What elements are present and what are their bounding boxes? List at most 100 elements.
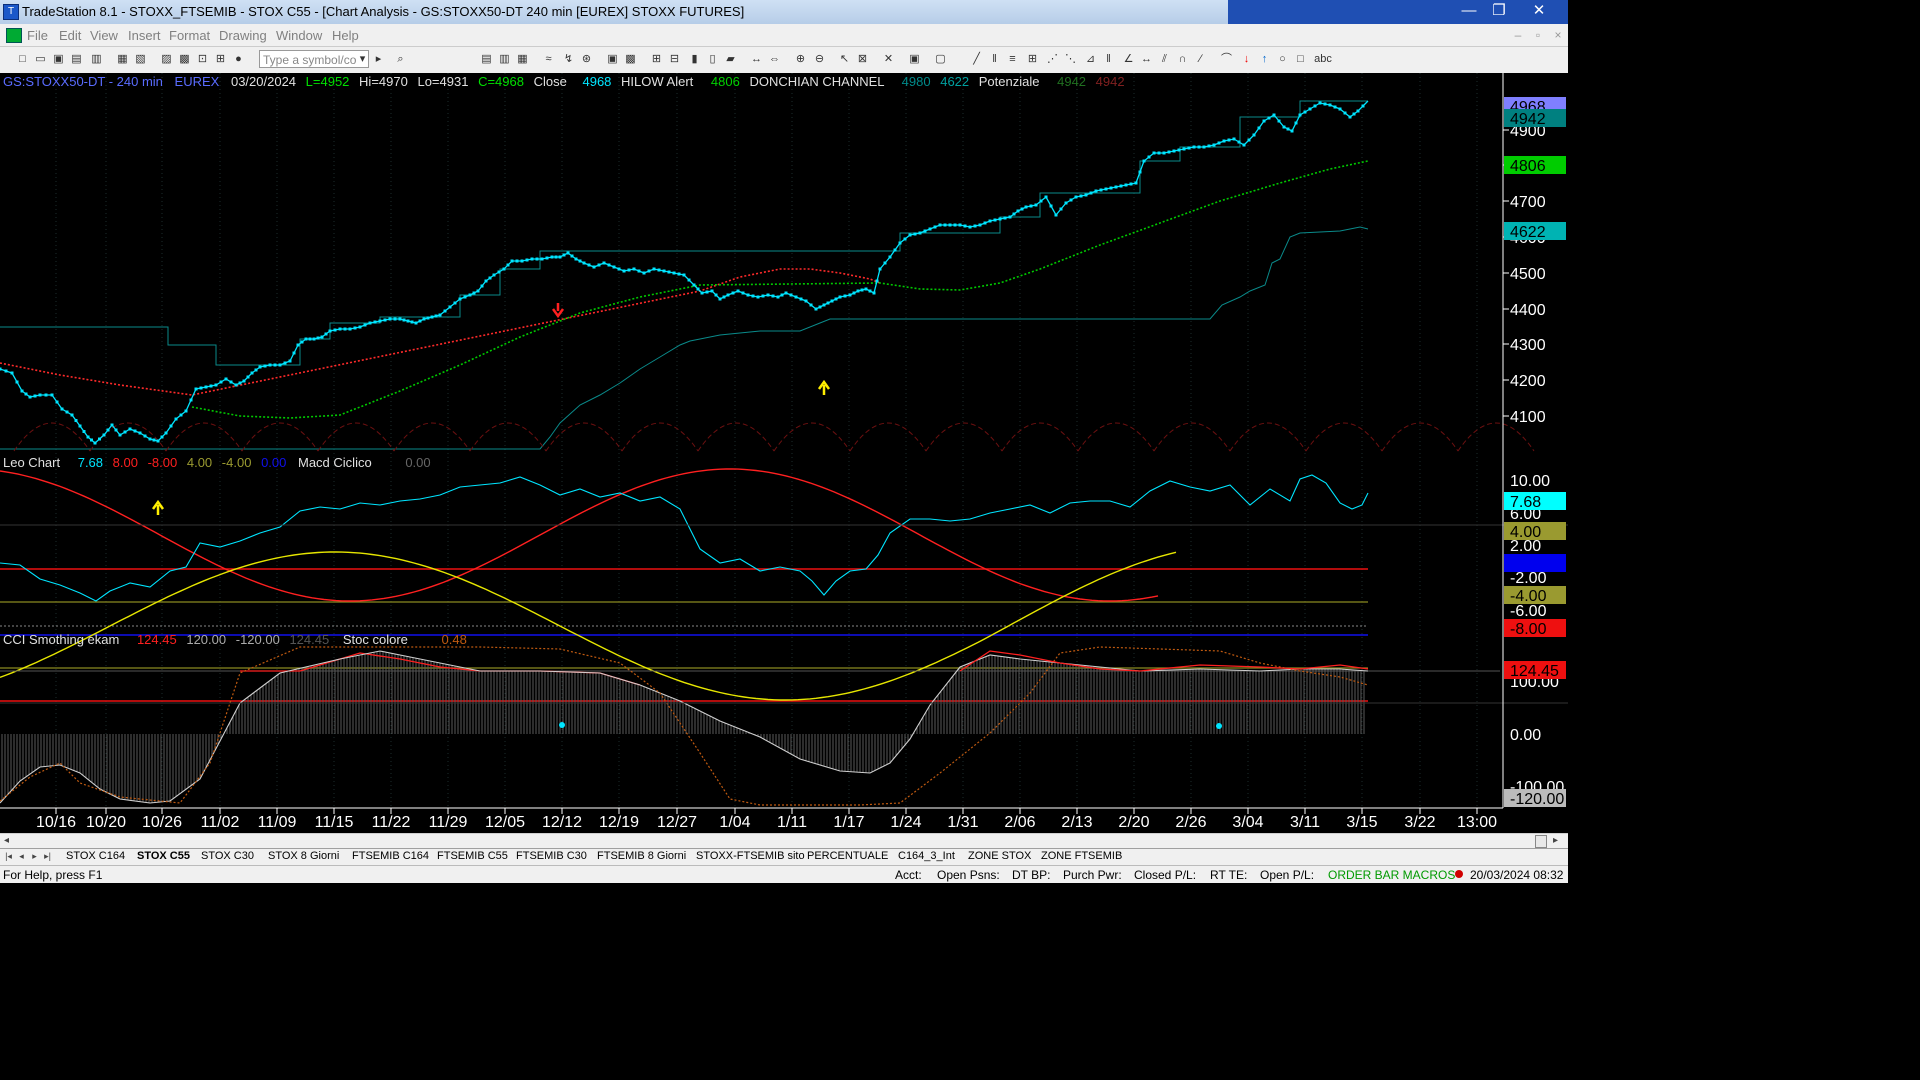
scroll-left-icon[interactable]: ◂ bbox=[4, 835, 9, 846]
lookup-icon[interactable]: ⌕ bbox=[394, 53, 407, 66]
indicator-icon[interactable]: ≈ bbox=[542, 53, 555, 66]
analysis-icon[interactable]: ⊞ bbox=[214, 53, 227, 66]
tab-stox-c55[interactable]: STOX C55 bbox=[137, 850, 190, 862]
drawing-select-icon[interactable]: ⊠ bbox=[856, 53, 869, 66]
tab-c164-3-int[interactable]: C164_3_Int bbox=[898, 850, 955, 862]
fan-icon[interactable]: ⋰ bbox=[1046, 53, 1059, 66]
open-icon[interactable]: ▭ bbox=[34, 53, 47, 66]
save-icon[interactable]: ▥ bbox=[90, 53, 103, 66]
bar-type-icon[interactable]: ⊞ bbox=[650, 53, 663, 66]
line-chart-icon[interactable]: ▯ bbox=[706, 53, 719, 66]
horizontal-lines-icon[interactable]: ≡ bbox=[1006, 53, 1019, 66]
menu-insert[interactable]: Insert bbox=[128, 28, 161, 43]
trendline-icon[interactable]: ╱ bbox=[970, 53, 983, 66]
chart-horizontal-scrollbar[interactable]: ◂ ▸ bbox=[0, 833, 1568, 849]
fib-icon[interactable]: ⋱ bbox=[1064, 53, 1077, 66]
tab-stox-c30[interactable]: STOX C30 bbox=[201, 850, 254, 862]
close-button[interactable]: ✕ bbox=[1524, 0, 1554, 22]
tradestation-app-icon[interactable]: T bbox=[3, 4, 19, 20]
tab-ftsemib-c55[interactable]: FTSEMIB C55 bbox=[437, 850, 508, 862]
price-marker bbox=[864, 287, 868, 291]
price-marker bbox=[525, 258, 529, 262]
analysis-technique-icon[interactable]: ⊛ bbox=[580, 53, 593, 66]
scroll-thumb[interactable] bbox=[1535, 835, 1547, 848]
tab-ftsemib-c30[interactable]: FTSEMIB C30 bbox=[516, 850, 587, 862]
disabled-tool-icon[interactable]: ▢ bbox=[934, 53, 947, 66]
menu-edit[interactable]: Edit bbox=[59, 28, 81, 43]
chart-tool-1-icon[interactable]: ▤ bbox=[480, 53, 493, 66]
tab-prev-icon[interactable]: ◂ bbox=[16, 850, 27, 863]
menu-file[interactable]: File bbox=[27, 28, 48, 43]
menu-format[interactable]: Format bbox=[169, 28, 210, 43]
cci-header: CCI Smothing ekam 124.45 120.00 -120.00 … bbox=[3, 632, 467, 647]
menu-view[interactable]: View bbox=[90, 28, 118, 43]
text-icon[interactable]: abc bbox=[1312, 53, 1334, 66]
tab-percentuale[interactable]: PERCENTUALE bbox=[807, 850, 888, 862]
arrow-up-icon[interactable]: ↑ bbox=[1258, 53, 1271, 66]
tab-stox-c164[interactable]: STOX C164 bbox=[66, 850, 125, 862]
mdi-minimize-button[interactable]: – bbox=[1510, 27, 1526, 43]
expand-icon[interactable]: ↔ bbox=[750, 53, 763, 66]
snap-icon[interactable]: ▣ bbox=[908, 53, 921, 66]
speed-lines-icon[interactable]: ⊿ bbox=[1084, 53, 1097, 66]
tab-stoxx-ftsemib-sito[interactable]: STOXX-FTSEMIB sito bbox=[696, 850, 805, 862]
go-icon[interactable]: ▸ bbox=[372, 53, 385, 66]
symbol-input[interactable]: Type a symbol/co bbox=[259, 50, 369, 68]
tab-ftsemib-8-giorni[interactable]: FTSEMIB 8 Giorni bbox=[597, 850, 686, 862]
menu-help[interactable]: Help bbox=[332, 28, 359, 43]
ellipse-icon[interactable]: ○ bbox=[1276, 53, 1289, 66]
chart-canvas[interactable]: 490048004700460045004400430042004100 10.… bbox=[0, 73, 1568, 877]
compress-icon[interactable]: ⇔ bbox=[768, 53, 781, 66]
scroll-right-icon[interactable]: ▸ bbox=[1553, 835, 1558, 846]
arrow-both-icon[interactable]: ↔ bbox=[1140, 53, 1153, 66]
open-workspace-icon[interactable]: ▣ bbox=[52, 53, 65, 66]
andrews-icon[interactable]: ∠ bbox=[1122, 53, 1135, 66]
curve-icon[interactable]: ⌒ bbox=[1220, 53, 1233, 66]
arc-icon[interactable]: ∩ bbox=[1176, 53, 1189, 66]
tab-stox-8-giorni[interactable]: STOX 8 Giorni bbox=[268, 850, 339, 862]
restore-button[interactable]: ❐ bbox=[1484, 0, 1514, 22]
tab-last-icon[interactable]: ▸| bbox=[42, 850, 53, 863]
menu-drawing[interactable]: Drawing bbox=[219, 28, 267, 43]
new-icon[interactable]: □ bbox=[16, 53, 29, 66]
pen-icon[interactable]: ∕ bbox=[1194, 53, 1207, 66]
zoom-in-icon[interactable]: ⊕ bbox=[794, 53, 807, 66]
new-workspace-icon[interactable]: ▤ bbox=[70, 53, 83, 66]
candle-icon[interactable]: ⊟ bbox=[668, 53, 681, 66]
tools-icon[interactable]: ✕ bbox=[882, 53, 895, 66]
globe-icon[interactable]: ● bbox=[232, 53, 245, 66]
symbol-dropdown-icon[interactable]: ▾ bbox=[356, 53, 369, 66]
data-icon[interactable]: ▩ bbox=[624, 53, 637, 66]
tab-first-icon[interactable]: |◂ bbox=[3, 850, 14, 863]
chart-tool-2-icon[interactable]: ▥ bbox=[498, 53, 511, 66]
tab-zone-stox[interactable]: ZONE STOX bbox=[968, 850, 1031, 862]
chart-tool-3-icon[interactable]: ▦ bbox=[516, 53, 529, 66]
tab-ftsemib-c164[interactable]: FTSEMIB C164 bbox=[352, 850, 429, 862]
menu-window[interactable]: Window bbox=[276, 28, 322, 43]
bar-chart-icon[interactable]: ▮ bbox=[688, 53, 701, 66]
print-icon[interactable]: ▧ bbox=[134, 53, 147, 66]
rectangle-icon[interactable]: □ bbox=[1294, 53, 1307, 66]
point-figure-icon[interactable]: ▰ bbox=[724, 53, 737, 66]
mdi-close-button[interactable]: × bbox=[1550, 27, 1566, 43]
arrow-down-icon[interactable]: ↓ bbox=[1240, 53, 1253, 66]
zoom-out-icon[interactable]: ⊖ bbox=[813, 53, 826, 66]
window-icon[interactable]: ▨ bbox=[160, 53, 173, 66]
tab-next-icon[interactable]: ▸ bbox=[29, 850, 40, 863]
lock-icon[interactable]: ⊡ bbox=[196, 53, 209, 66]
order-bar-macros[interactable]: ORDER BAR MACROS bbox=[1328, 868, 1455, 882]
print-preview-icon[interactable]: ▦ bbox=[116, 53, 129, 66]
pointer-icon[interactable]: ↖ bbox=[838, 53, 851, 66]
minimize-button[interactable]: — bbox=[1454, 0, 1484, 22]
gann-icon[interactable]: ⊞ bbox=[1026, 53, 1039, 66]
format-icon[interactable]: ▣ bbox=[606, 53, 619, 66]
chart-analysis-window[interactable]: 490048004700460045004400430042004100 10.… bbox=[0, 73, 1568, 877]
tab-zone-ftsemib[interactable]: ZONE FTSEMIB bbox=[1041, 850, 1122, 862]
vertical-lines-icon[interactable]: ‖ bbox=[988, 53, 1001, 66]
channel-icon[interactable]: ⫽ bbox=[1158, 53, 1171, 66]
cycle-lines-icon[interactable]: ‖ bbox=[1102, 53, 1115, 66]
link-icon[interactable]: ▩ bbox=[178, 53, 191, 66]
strategy-icon[interactable]: ↯ bbox=[562, 53, 575, 66]
chart-window-icon[interactable] bbox=[6, 28, 22, 43]
mdi-restore-button[interactable]: ▫ bbox=[1530, 27, 1546, 43]
